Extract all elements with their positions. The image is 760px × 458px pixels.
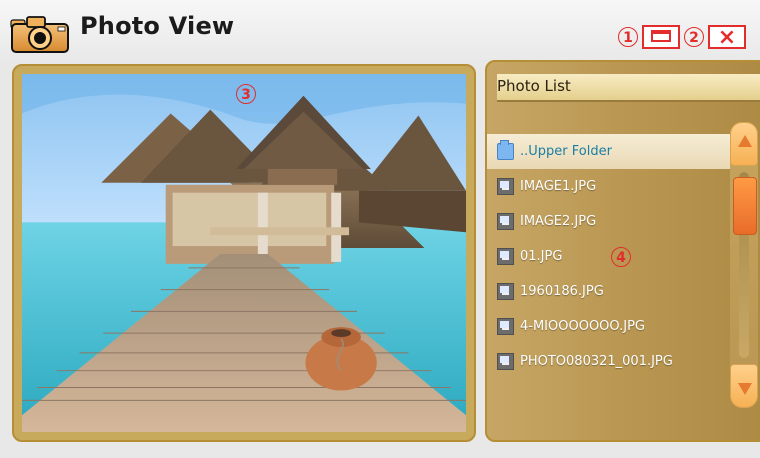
photo-preview-panel[interactable]: 3 (12, 64, 476, 442)
resort-photo-image (22, 74, 466, 432)
list-item-label: 1960186.JPG (520, 284, 604, 299)
main-content: 3 Photo List ..Upper Folder IMAGE1.JPG I… (0, 60, 760, 458)
list-item-upper-folder[interactable]: ..Upper Folder (487, 134, 742, 169)
photo-list-header: Photo List (497, 74, 760, 102)
jpg-file-icon (497, 318, 514, 335)
list-item-label: ..Upper Folder (520, 144, 612, 159)
window-controls: 1 2 × (618, 24, 746, 50)
photo-list-scrollbar[interactable] (730, 122, 758, 408)
jpg-file-icon (497, 213, 514, 230)
list-item[interactable]: 4-MIOOOOOOO.JPG (487, 309, 742, 344)
list-item-label: 4-MIOOOOOOO.JPG (520, 319, 645, 334)
list-item-label: IMAGE1.JPG (520, 179, 597, 194)
jpg-file-icon (497, 283, 514, 300)
annotation-marker-4: 4 (611, 247, 631, 267)
close-button[interactable]: × (708, 25, 746, 50)
photo-preview-image[interactable] (22, 74, 466, 432)
scroll-up-button[interactable] (730, 122, 758, 166)
annotation-marker-2: 2 (684, 27, 704, 47)
annotation-marker-1: 1 (618, 27, 638, 47)
scroll-down-button[interactable] (730, 364, 758, 408)
folder-icon (497, 140, 514, 160)
list-item[interactable]: IMAGE2.JPG (487, 204, 742, 239)
camera-logo-icon (10, 10, 70, 54)
list-item-label: 01.JPG (520, 249, 563, 264)
scroll-thumb[interactable] (733, 177, 757, 235)
app-title: Photo View (80, 12, 235, 40)
jpg-file-icon (497, 178, 514, 195)
list-item-label: PHOTO080321_001.JPG (520, 354, 673, 369)
close-icon: × (717, 25, 737, 50)
annotation-marker-3: 3 (236, 84, 256, 104)
jpg-file-icon (497, 353, 514, 370)
window-maximize-icon (651, 30, 671, 42)
photo-list-panel: Photo List ..Upper Folder IMAGE1.JPG IMA… (485, 60, 760, 442)
maximize-button[interactable] (642, 25, 680, 49)
title-bar: Photo View 1 2 × (0, 0, 760, 60)
photo-view-app: Photo View 1 2 × 3 Photo List ..Upper Fo… (0, 0, 760, 458)
photo-list-title: Photo List (497, 77, 571, 95)
jpg-file-icon (497, 248, 514, 265)
list-item-label: IMAGE2.JPG (520, 214, 597, 229)
list-item[interactable]: 1960186.JPG (487, 274, 742, 309)
list-item[interactable]: PHOTO080321_001.JPG (487, 344, 742, 379)
list-item[interactable]: IMAGE1.JPG (487, 169, 742, 204)
